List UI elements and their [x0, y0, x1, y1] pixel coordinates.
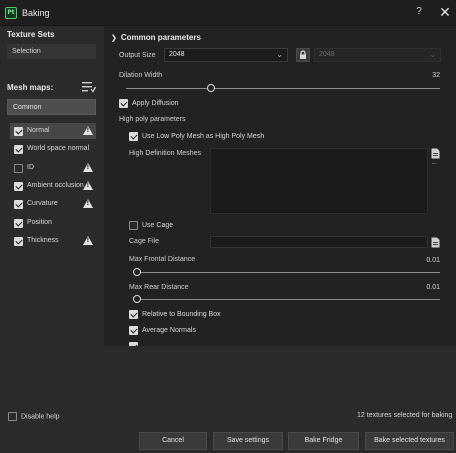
- warning-icon: [83, 199, 93, 215]
- average-normals-label: Average Normals: [142, 327, 196, 334]
- relative-bbox-label: Relative to Bounding Box: [142, 311, 221, 318]
- close-button[interactable]: ✕: [438, 4, 452, 20]
- mesh-map-label: Position: [27, 218, 52, 226]
- use-cage-checkbox[interactable]: Use Cage: [129, 221, 173, 230]
- checkbox-checked: [129, 326, 138, 335]
- mesh-map-label: Normal: [27, 127, 50, 134]
- checkbox-unchecked: [129, 221, 138, 230]
- app-logo-icon: Pt: [5, 7, 17, 19]
- help-button[interactable]: ?: [413, 6, 425, 20]
- dilation-width-label: Dilation Width: [119, 72, 163, 79]
- disable-help-checkbox[interactable]: Disable help: [8, 412, 60, 421]
- checkbox-checked[interactable]: [14, 236, 23, 246]
- checkbox-unchecked[interactable]: [14, 163, 23, 173]
- checkbox-checked: [129, 310, 138, 319]
- mesh-maps-heading: Mesh maps:: [7, 83, 54, 92]
- checkbox-checked[interactable]: [14, 181, 23, 191]
- checkbox-checked[interactable]: [14, 200, 23, 210]
- save-settings-button[interactable]: Save settings: [213, 432, 283, 450]
- mesh-map-label: Ambient occlusion: [27, 181, 84, 189]
- title-bar: Pt Baking ? ✕: [0, 0, 456, 26]
- warning-icon: [83, 180, 93, 197]
- output-size-locked-dropdown: 2048 ⌄: [314, 48, 441, 62]
- use-low-poly-label: Use Low Poly Mesh as High Poly Mesh: [142, 133, 265, 140]
- max-rear-distance-handle[interactable]: [133, 295, 141, 303]
- dilation-width-handle[interactable]: [206, 84, 215, 92]
- checkbox-checked: [119, 99, 128, 108]
- warning-icon: [83, 162, 93, 179]
- status-text: 12 textures selected for baking: [357, 412, 453, 419]
- cage-file-label: Cage File: [129, 238, 159, 245]
- checkbox-checked[interactable]: [14, 127, 23, 136]
- mesh-map-item[interactable]: Normal: [10, 123, 96, 139]
- warning-icon: [83, 235, 93, 252]
- max-rear-distance-label: Max Rear Distance: [129, 284, 189, 291]
- checkbox-checked[interactable]: [14, 145, 23, 155]
- hd-meshes-label: High Definition Meshes: [129, 150, 201, 157]
- max-rear-distance-slider[interactable]: [134, 299, 440, 300]
- mesh-map-label: World space normal: [27, 145, 90, 153]
- left-panel: Texture Sets Selection Mesh maps: Common…: [0, 26, 103, 404]
- max-frontal-distance-handle[interactable]: [133, 268, 141, 276]
- use-low-poly-checkbox[interactable]: Use Low Poly Mesh as High Poly Mesh: [129, 132, 264, 141]
- common-parameters-header[interactable]: ❯ Common parameters: [111, 33, 201, 42]
- file-icon[interactable]: [431, 237, 440, 248]
- lock-ratio-button[interactable]: [296, 48, 310, 62]
- apply-diffusion-label: Apply Diffusion: [132, 100, 179, 107]
- file-icon[interactable]: [431, 148, 440, 159]
- max-frontal-distance-label: Max Frontal Distance: [129, 256, 196, 263]
- list-settings-icon[interactable]: [82, 81, 96, 93]
- mesh-map-item[interactable]: Ambient occlusion: [10, 178, 96, 194]
- common-parameters-panel: ❯ Common parameters Output Size 2048 ⌄ 20…: [104, 26, 456, 346]
- relative-bbox-checkbox[interactable]: Relative to Bounding Box: [129, 310, 221, 319]
- cancel-button[interactable]: Cancel: [139, 432, 207, 450]
- apply-diffusion-checkbox[interactable]: Apply Diffusion: [119, 99, 179, 108]
- cage-file-field[interactable]: [210, 236, 428, 248]
- max-frontal-distance-slider[interactable]: [134, 272, 440, 273]
- hd-meshes-list[interactable]: [210, 148, 428, 214]
- checkbox-unchecked: [8, 412, 17, 421]
- mesh-map-item[interactable]: Curvature: [10, 196, 96, 212]
- max-frontal-distance-value: 0.01: [426, 257, 440, 264]
- mesh-map-label: Thickness: [27, 236, 59, 244]
- output-size-dropdown[interactable]: 2048 ⌄: [164, 48, 288, 62]
- bake-fridge-button[interactable]: Bake Fridge: [288, 432, 359, 450]
- remove-mesh-button[interactable]: –: [432, 160, 436, 167]
- section-title: Common parameters: [120, 33, 201, 42]
- warning-icon: [83, 126, 93, 142]
- output-size-value: 2048: [169, 51, 185, 58]
- window-title: Baking: [22, 8, 50, 18]
- bake-selected-button[interactable]: Bake selected textures: [365, 432, 454, 450]
- mesh-map-item[interactable]: World space normal: [10, 141, 96, 157]
- texture-set-item[interactable]: Selection: [7, 44, 96, 59]
- texture-sets-heading: Texture Sets: [7, 30, 55, 39]
- max-rear-distance-value: 0.01: [426, 284, 440, 291]
- average-normals-checkbox[interactable]: Average Normals: [129, 326, 196, 335]
- mesh-map-label: Curvature: [27, 200, 58, 208]
- lock-icon: [300, 50, 306, 59]
- dilation-width-value: 32: [432, 72, 440, 79]
- panel-background: [104, 346, 456, 404]
- mesh-map-item[interactable]: Thickness: [10, 233, 96, 249]
- high-poly-parameters-heading: High poly parameters: [119, 116, 186, 123]
- dilation-width-slider[interactable]: [126, 88, 440, 89]
- mesh-map-label: ID: [27, 163, 34, 171]
- chevron-down-icon: ⌄: [276, 50, 283, 59]
- mesh-map-item[interactable]: ID: [10, 160, 96, 176]
- chevron-down-icon: ❯: [111, 35, 117, 42]
- output-size-label: Output Size: [119, 52, 156, 59]
- chevron-down-icon: ⌄: [429, 50, 436, 59]
- mesh-map-item[interactable]: Position: [10, 215, 96, 231]
- disable-help-label: Disable help: [21, 413, 60, 421]
- checkbox-checked: [129, 132, 138, 141]
- checkbox-checked[interactable]: [14, 218, 23, 228]
- use-cage-label: Use Cage: [142, 222, 174, 229]
- footer: Disable help 12 textures selected for ba…: [0, 404, 456, 453]
- output-size-locked-value: 2048: [319, 51, 335, 58]
- common-tab[interactable]: Common: [7, 99, 96, 115]
